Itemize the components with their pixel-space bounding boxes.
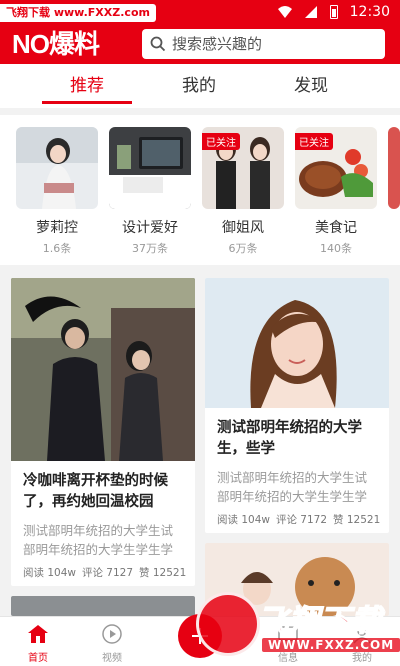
card-meta: 阅读 104w 评论 7172 赞 12521	[205, 506, 389, 527]
channel-thumbnail	[388, 127, 400, 209]
card-description: 测试部明年统招的大学生试部明年统招的大学生学生学	[23, 523, 174, 557]
channel-name: 萝莉控	[36, 220, 78, 236]
channel-thumbnail: 已关注	[202, 127, 284, 209]
channel-name: 设计爱好	[122, 220, 178, 236]
card-meta: 阅读 104w 评论 7127 赞 12521	[11, 559, 195, 580]
channel-thumbnail	[16, 127, 98, 209]
followed-badge: 已关注	[202, 133, 240, 150]
status-icons: 12:30	[277, 3, 390, 21]
card-image	[205, 278, 389, 408]
like-count: 赞 12521	[333, 514, 381, 526]
channel-count: 1.6条	[42, 242, 72, 255]
status-time: 12:30	[349, 4, 390, 20]
comment-count: 评论 7172	[275, 514, 328, 526]
search-box[interactable]	[142, 29, 385, 59]
channel-count: 6万条	[228, 242, 258, 255]
like-count: 赞 12521	[139, 567, 187, 579]
download-site-watermark: 飞翔下载 WWW.FXXZ.COM	[196, 588, 400, 664]
card-image	[11, 278, 195, 461]
channel-item-design[interactable]: 设计爱好 37万条	[109, 127, 191, 256]
channel-item-loli[interactable]: 萝莉控 1.6条	[16, 127, 98, 256]
card-image	[11, 596, 195, 616]
feed-card-left[interactable]: 冷咖啡离开杯垫的时候了，再约她回温校园 测试部明年统招的大学生试部明年统招的大学…	[11, 278, 195, 586]
channel-item-yujie[interactable]: 已关注 御姐风 6万条	[202, 127, 284, 256]
watermark-url: WWW.FXXZ.COM	[262, 638, 400, 652]
app-header: NO爆料	[0, 24, 400, 64]
channel-thumbnail: 已关注	[295, 127, 377, 209]
wifi-icon	[277, 6, 292, 18]
channel-count: 140条	[320, 242, 352, 255]
read-count: 阅读 104w	[217, 514, 270, 526]
battery-icon	[329, 5, 338, 19]
channel-count: 37万条	[132, 242, 168, 255]
watermark-logo-icon	[196, 592, 260, 656]
nav-home[interactable]: 首页	[8, 621, 68, 664]
search-icon	[150, 36, 166, 52]
site-watermark: 飞翔下载 www.FXXZ.com	[0, 4, 156, 22]
followed-badge: 已关注	[295, 133, 333, 150]
search-input[interactable]	[172, 35, 372, 53]
channel-thumbnail	[109, 127, 191, 209]
channel-item-food[interactable]: 已关注 美食记 140条	[295, 127, 377, 256]
nav-label: 视频	[102, 653, 122, 664]
watermark-text: 飞翔下载	[257, 603, 382, 640]
card-description: 测试部明年统招的大学生试部明年统招的大学生学生学	[217, 470, 368, 504]
card-title: 测试部明年统招的大学生，些学	[217, 420, 362, 457]
channel-item-peek[interactable]	[388, 127, 400, 209]
signal-icon	[304, 6, 317, 18]
home-icon	[8, 621, 68, 647]
active-tab-indicator	[42, 101, 132, 104]
channel-strip: 萝莉控 1.6条 设计爱好 37万条 已关注 御姐风 6万条 已关注 美食记 1…	[0, 115, 400, 265]
read-count: 阅读 104w	[23, 567, 76, 579]
tab-discover[interactable]: 发现	[266, 64, 356, 108]
nav-label: 首页	[28, 653, 48, 664]
channel-name: 美食记	[315, 220, 357, 236]
status-bar: 飞翔下载 www.FXXZ.com 12:30	[0, 0, 400, 24]
feed-card-right[interactable]: 测试部明年统招的大学生，些学 测试部明年统招的大学生试部明年统招的大学生学生学 …	[205, 278, 389, 533]
comment-count: 评论 7127	[81, 567, 134, 579]
feed-card-left-next[interactable]	[11, 596, 195, 616]
channel-name: 御姐风	[222, 220, 264, 236]
play-icon	[82, 621, 142, 647]
nav-video[interactable]: 视频	[82, 621, 142, 664]
tab-mine[interactable]: 我的	[154, 64, 244, 108]
card-title: 冷咖啡离开杯垫的时候了，再约她回温校园	[23, 473, 168, 510]
app-logo: NO爆料	[12, 29, 100, 59]
